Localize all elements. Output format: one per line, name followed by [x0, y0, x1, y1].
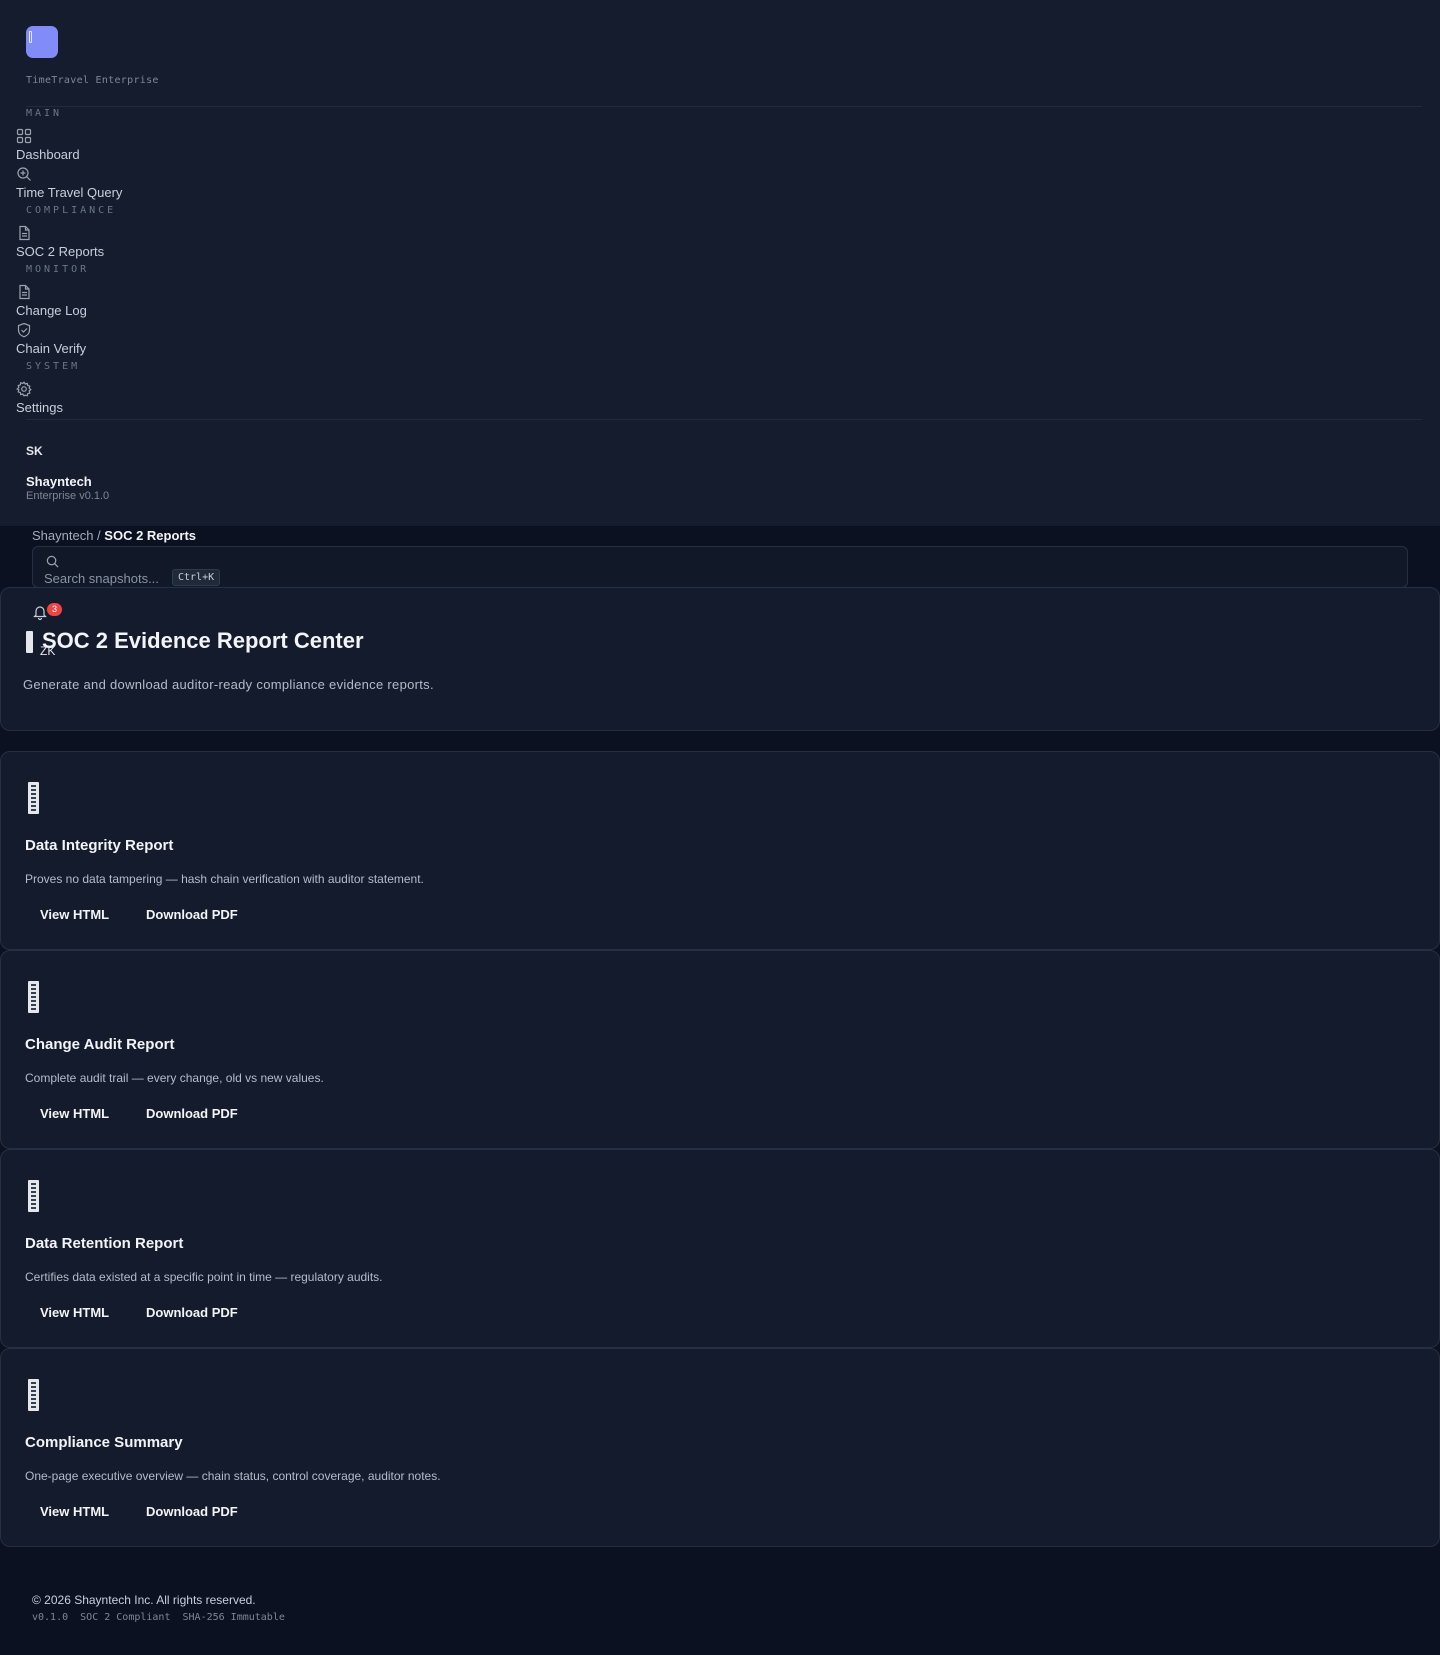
report-file-icon: [28, 782, 39, 814]
report-description: One-page executive overview — chain stat…: [25, 1469, 441, 1483]
view-html-button[interactable]: View HTML: [40, 1504, 109, 1519]
logo-glyph-icon: [29, 31, 32, 43]
gear-icon[interactable]: [16, 381, 32, 397]
sidebar-item-soc2-reports[interactable]: SOC 2 Reports: [16, 244, 104, 259]
download-pdf-button[interactable]: Download PDF: [146, 1504, 238, 1519]
sidebar-item-chain-verify[interactable]: Chain Verify: [16, 341, 86, 356]
section-label-monitor: MONITOR: [26, 264, 90, 275]
sidebar-item-time-travel-query[interactable]: Time Travel Query: [16, 185, 122, 200]
user-avatar[interactable]: SK: [26, 444, 43, 458]
title-glyph-icon: [26, 631, 33, 653]
grid-icon[interactable]: [16, 128, 32, 144]
search-input[interactable]: [44, 569, 174, 587]
report-title: Data Integrity Report: [25, 837, 174, 854]
bell-icon[interactable]: [32, 604, 48, 620]
view-html-button[interactable]: View HTML: [40, 1106, 109, 1121]
search-box[interactable]: [32, 546, 1408, 588]
report-file-icon: [28, 1180, 39, 1212]
report-file-icon: [28, 1379, 39, 1411]
download-pdf-button[interactable]: Download PDF: [146, 1106, 238, 1121]
breadcrumb-separator: /: [93, 528, 105, 543]
section-label-system: SYSTEM: [26, 361, 81, 372]
brand-subtitle: TimeTravel Enterprise: [26, 75, 159, 86]
search-icon: [46, 555, 59, 568]
app-logo[interactable]: [26, 26, 58, 58]
sidebar-divider-top: [26, 106, 1422, 107]
notification-badge: 3: [47, 603, 62, 616]
page-title: SOC 2 Evidence Report Center: [42, 628, 364, 653]
section-label-main: MAIN: [26, 108, 63, 119]
sidebar: TimeTravel Enterprise MAIN Dashboard Tim…: [0, 0, 1440, 526]
view-html-button[interactable]: View HTML: [40, 1305, 109, 1320]
page-header-card: [0, 587, 1440, 731]
report-description: Certifies data existed at a specific poi…: [25, 1270, 383, 1284]
view-html-button[interactable]: View HTML: [40, 907, 109, 922]
breadcrumb-current: SOC 2 Reports: [104, 528, 197, 543]
report-description: Proves no data tampering — hash chain ve…: [25, 872, 424, 886]
shield-check-icon[interactable]: [16, 322, 32, 338]
download-pdf-button[interactable]: Download PDF: [146, 907, 238, 922]
sidebar-item-change-log[interactable]: Change Log: [16, 303, 87, 318]
user-plan: Enterprise v0.1.0: [26, 490, 110, 502]
report-title: Compliance Summary: [25, 1434, 183, 1451]
section-label-compliance: COMPLIANCE: [26, 205, 117, 216]
sidebar-item-settings[interactable]: Settings: [16, 400, 63, 415]
sidebar-item-dashboard[interactable]: Dashboard: [16, 147, 80, 162]
search-plus-icon[interactable]: [16, 166, 32, 182]
footer-copyright: © 2026 Shayntech Inc. All rights reserve…: [32, 1593, 256, 1607]
report-description: Complete audit trail — every change, old…: [25, 1071, 324, 1085]
report-title: Change Audit Report: [25, 1036, 175, 1053]
sidebar-divider-bottom: [26, 419, 1422, 420]
download-pdf-button[interactable]: Download PDF: [146, 1305, 238, 1320]
breadcrumb-root[interactable]: Shayntech: [32, 528, 93, 543]
topbar-avatar[interactable]: ZK: [40, 644, 55, 658]
document-icon[interactable]: [16, 225, 32, 241]
report-file-icon: [28, 981, 39, 1013]
breadcrumb: Shayntech / SOC 2 Reports: [32, 528, 196, 543]
user-name: Shayntech: [26, 474, 92, 489]
report-title: Data Retention Report: [25, 1235, 184, 1252]
search-shortcut: Ctrl+K: [172, 569, 221, 586]
document-icon[interactable]: [16, 284, 32, 300]
page-subtitle: Generate and download auditor-ready comp…: [23, 677, 434, 692]
footer-meta: v0.1.0 SOC 2 Compliant SHA-256 Immutable: [32, 1612, 285, 1623]
